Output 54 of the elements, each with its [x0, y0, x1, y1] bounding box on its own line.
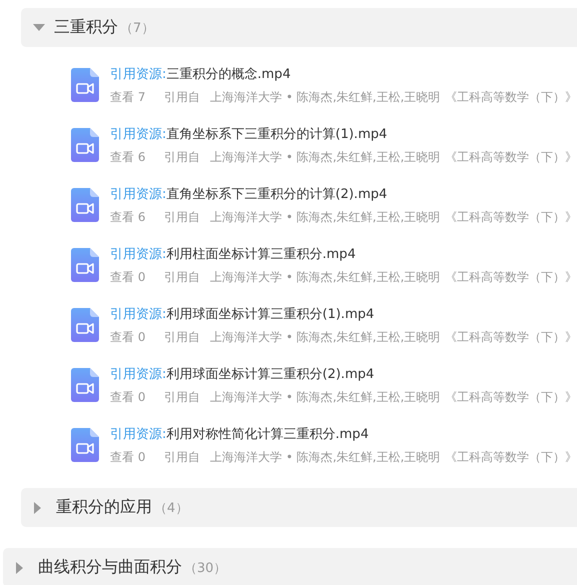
view-count: 查看 0 [110, 329, 146, 346]
cited-label: 引用自 [164, 269, 201, 286]
expand-icon[interactable] [34, 502, 42, 514]
resource-link[interactable]: 引用资源:利用柱面坐标计算三重积分.mp4 [110, 246, 577, 264]
view-count: 查看 7 [110, 89, 146, 106]
resource-link[interactable]: 引用资源:直角坐标系下三重积分的计算(1).mp4 [110, 126, 577, 144]
section-header[interactable]: 曲线积分与曲面积分（30） [3, 548, 577, 585]
video-file-icon [71, 368, 99, 402]
cited-label: 引用自 [164, 209, 201, 226]
book-title: 《工科高等数学（下）》 [445, 89, 577, 106]
resource-link[interactable]: 引用资源:利用球面坐标计算三重积分(2).mp4 [110, 366, 577, 384]
section-header[interactable]: 重积分的应用（4） [21, 488, 577, 527]
view-count: 查看 6 [110, 149, 146, 166]
cited-label: 引用自 [164, 149, 201, 166]
section-header[interactable]: 三重积分（7） [21, 8, 577, 47]
cited-label: 引用自 [164, 329, 201, 346]
source-authors: 上海海洋大学 • 陈海杰,朱红鲜,王松,王晓明 [210, 329, 442, 346]
view-count: 查看 0 [110, 389, 146, 406]
video-file-icon [71, 188, 99, 222]
cited-label: 引用自 [164, 389, 201, 406]
book-title: 《工科高等数学（下）》 [445, 329, 577, 346]
resource-link[interactable]: 引用资源:直角坐标系下三重积分的计算(2).mp4 [110, 186, 577, 204]
source-authors: 上海海洋大学 • 陈海杰,朱红鲜,王松,王晓明 [210, 89, 442, 106]
item-count: （7） [120, 20, 154, 37]
book-title: 《工科高等数学（下）》 [445, 269, 577, 286]
video-file-icon [71, 68, 99, 102]
view-count: 查看 0 [110, 269, 146, 286]
book-title: 《工科高等数学（下）》 [445, 449, 577, 466]
video-file-icon [71, 308, 99, 342]
book-title: 《工科高等数学（下）》 [445, 149, 577, 166]
video-file-icon [71, 128, 99, 162]
resource-link[interactable]: 引用资源:利用对称性简化计算三重积分.mp4 [110, 426, 577, 444]
view-count: 查看 6 [110, 209, 146, 226]
resource-link[interactable]: 引用资源:利用球面坐标计算三重积分(1).mp4 [110, 306, 577, 324]
source-authors: 上海海洋大学 • 陈海杰,朱红鲜,王松,王晓明 [210, 149, 442, 166]
source-authors: 上海海洋大学 • 陈海杰,朱红鲜,王松,王晓明 [210, 389, 442, 406]
section-title: 三重积分 [54, 17, 118, 38]
book-title: 《工科高等数学（下）》 [445, 389, 577, 406]
item-count: （30） [184, 560, 227, 577]
resource-link[interactable]: 引用资源:三重积分的概念.mp4 [110, 66, 577, 84]
source-authors: 上海海洋大学 • 陈海杰,朱红鲜,王松,王晓明 [210, 269, 442, 286]
video-file-icon [71, 248, 99, 282]
view-count: 查看 0 [110, 449, 146, 466]
book-title: 《工科高等数学（下）》 [445, 209, 577, 226]
cited-label: 引用自 [164, 89, 201, 106]
section-title: 重积分的应用 [56, 497, 152, 518]
collapse-icon[interactable] [33, 24, 45, 32]
source-authors: 上海海洋大学 • 陈海杰,朱红鲜,王松,王晓明 [210, 209, 442, 226]
expand-icon[interactable] [16, 562, 24, 574]
video-file-icon [71, 428, 99, 462]
section-title: 曲线积分与曲面积分 [38, 557, 182, 578]
source-authors: 上海海洋大学 • 陈海杰,朱红鲜,王松,王晓明 [210, 449, 442, 466]
cited-label: 引用自 [164, 449, 201, 466]
item-count: （4） [154, 500, 188, 517]
